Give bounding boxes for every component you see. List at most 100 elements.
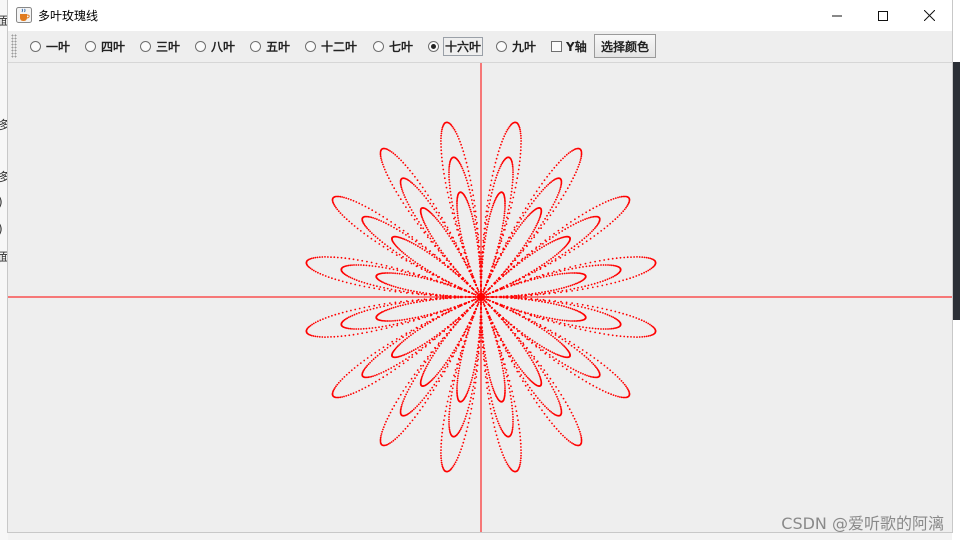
rose-point xyxy=(460,358,462,361)
rose-point xyxy=(393,187,396,190)
rose-point xyxy=(487,385,490,388)
radio-five-petal[interactable]: 五叶 xyxy=(250,31,290,62)
rose-point xyxy=(485,290,488,293)
radio-icon[interactable] xyxy=(195,41,206,52)
rose-point xyxy=(495,434,498,437)
radio-one-petal[interactable]: 一叶 xyxy=(30,31,70,62)
rose-point xyxy=(463,346,465,349)
rose-point xyxy=(547,408,550,411)
rose-point xyxy=(496,249,499,251)
radio-sixteen-petal[interactable]: 十六叶 xyxy=(428,31,484,62)
rose-point xyxy=(524,211,527,214)
rose-point xyxy=(469,383,472,386)
radio-twelve-petal[interactable]: 十二叶 xyxy=(305,31,357,62)
rose-point xyxy=(458,138,460,140)
rose-point xyxy=(390,266,393,268)
radio-icon[interactable] xyxy=(85,41,96,52)
rose-point xyxy=(533,269,536,272)
rose-point xyxy=(450,206,452,209)
rose-point xyxy=(432,319,435,322)
rose-point xyxy=(324,317,327,319)
rose-point xyxy=(460,233,462,236)
rose-point xyxy=(612,198,615,200)
radio-four-petal[interactable]: 四叶 xyxy=(85,31,125,62)
rose-point xyxy=(512,418,514,421)
rose-point xyxy=(327,256,329,258)
rose-point xyxy=(383,303,386,305)
rose-point xyxy=(563,319,566,322)
rose-point xyxy=(455,273,457,275)
rose-point xyxy=(510,194,512,196)
rose-point xyxy=(398,230,401,232)
rose-point xyxy=(410,258,412,260)
radio-three-petal[interactable]: 三叶 xyxy=(140,31,180,62)
rose-point xyxy=(608,314,611,317)
rose-point xyxy=(604,312,607,315)
rose-point xyxy=(446,228,449,231)
radio-icon[interactable] xyxy=(496,41,507,52)
rose-point xyxy=(374,356,377,359)
rose-point xyxy=(423,397,426,399)
rose-point xyxy=(491,306,493,309)
rose-point xyxy=(505,130,508,133)
rose-point xyxy=(492,421,495,424)
minimize-button[interactable] xyxy=(814,0,860,31)
maximize-button[interactable] xyxy=(860,0,906,31)
rose-point xyxy=(424,267,426,270)
close-button[interactable] xyxy=(906,0,952,31)
radio-seven-petal[interactable]: 七叶 xyxy=(373,31,413,62)
rose-point xyxy=(432,237,434,240)
rose-point xyxy=(420,276,423,279)
radio-icon[interactable] xyxy=(373,41,384,52)
rose-point xyxy=(431,337,433,340)
rose-point xyxy=(553,301,555,303)
rose-point xyxy=(503,210,506,213)
rose-point xyxy=(508,379,511,382)
rose-point xyxy=(592,207,595,210)
radio-selected-icon[interactable] xyxy=(428,41,439,52)
rose-point xyxy=(559,322,562,324)
toolbar-grip-icon[interactable] xyxy=(11,34,17,58)
rose-point xyxy=(370,354,373,357)
rose-point xyxy=(405,353,408,355)
rose-point xyxy=(390,367,393,369)
rose-point xyxy=(456,388,458,390)
rose-point xyxy=(440,156,443,159)
radio-icon[interactable] xyxy=(250,41,261,52)
rose-point xyxy=(561,319,564,322)
y-axis-checkbox[interactable]: Y轴 xyxy=(551,31,587,62)
radio-nine-petal[interactable]: 九叶 xyxy=(496,31,536,62)
rose-point xyxy=(410,350,413,353)
checkbox-icon[interactable] xyxy=(551,41,562,52)
rose-point xyxy=(319,319,322,322)
rose-point xyxy=(473,223,475,226)
radio-icon[interactable] xyxy=(140,41,151,52)
choose-color-button[interactable]: 选择颜色 xyxy=(594,34,656,58)
rose-point xyxy=(620,195,623,198)
rose-point xyxy=(433,215,436,218)
rose-point xyxy=(452,208,455,211)
rose-point xyxy=(408,240,411,243)
radio-icon[interactable] xyxy=(305,41,316,52)
rose-point xyxy=(446,191,449,194)
title-bar[interactable]: 多叶玫瑰线 xyxy=(8,0,952,31)
rose-point xyxy=(650,324,653,327)
rose-point xyxy=(511,410,514,413)
rose-point xyxy=(395,254,398,256)
radio-icon[interactable] xyxy=(30,41,41,52)
rose-point xyxy=(581,213,584,216)
rose-point xyxy=(526,338,529,341)
rose-point xyxy=(538,405,541,408)
rose-point xyxy=(612,316,615,319)
rose-point xyxy=(443,329,445,332)
drawing-canvas[interactable] xyxy=(8,63,952,532)
rose-point xyxy=(505,369,508,371)
rose-point xyxy=(413,373,416,376)
radio-eight-petal[interactable]: 八叶 xyxy=(195,31,235,62)
rose-point xyxy=(604,279,607,282)
rose-point xyxy=(567,439,570,442)
rose-point xyxy=(412,183,415,186)
rose-point xyxy=(314,335,317,338)
rose-point xyxy=(450,398,452,400)
rose-point xyxy=(512,173,514,176)
